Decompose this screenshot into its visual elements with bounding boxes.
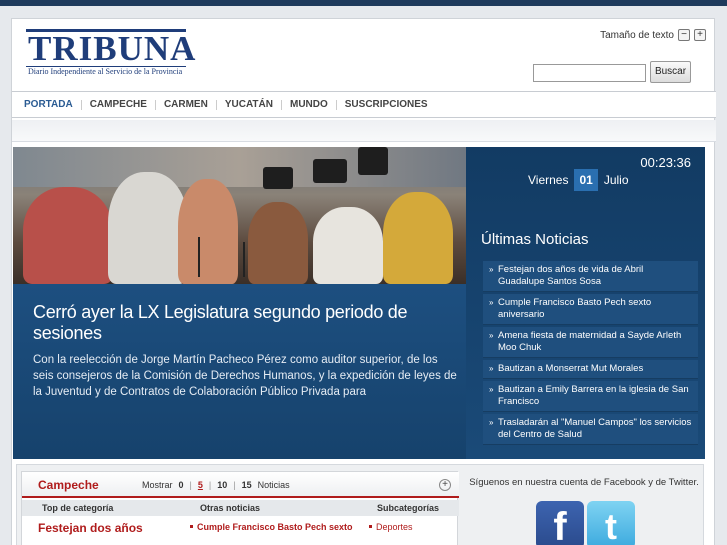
logo-word: TRIBUNA	[28, 29, 197, 68]
date-day: 01	[574, 169, 598, 191]
header: TRIBUNA Diario Independiente al Servicio…	[12, 19, 716, 91]
bullet-icon: »	[489, 265, 494, 274]
show-count-5[interactable]: 5	[198, 480, 203, 490]
news-item-label: Festejan dos años de vida de Abril Guada…	[498, 264, 644, 287]
show-count-control: Mostrar 0 | 5 | 10 | 15 Noticias	[142, 480, 290, 490]
sub-nav-bar	[12, 120, 716, 142]
increase-text-button[interactable]: +	[694, 29, 706, 41]
expand-icon[interactable]: +	[439, 479, 451, 491]
news-item[interactable]: » Cumple Francisco Basto Pech sexto anive…	[483, 294, 698, 325]
news-item-label: Cumple Francisco Basto Pech sexto aniver…	[498, 297, 652, 320]
other-story-link[interactable]: Cumple Francisco Basto Pech sexto	[190, 522, 353, 532]
photo-camera	[263, 167, 293, 189]
bullet-icon: »	[489, 298, 494, 307]
top-accent-bar	[0, 0, 727, 6]
nav-portada[interactable]: PORTADA	[16, 99, 82, 110]
show-count-15[interactable]: 15	[242, 480, 252, 490]
news-item-label: Trasladarán al "Manuel Campos" los servi…	[498, 417, 692, 440]
facebook-icon[interactable]: f	[536, 501, 584, 545]
page-container: TRIBUNA Diario Independiente al Servicio…	[11, 18, 716, 545]
news-item-label: Bautizan a Emily Barrera en la iglesia d…	[498, 384, 689, 407]
twitter-icon[interactable]: t	[587, 501, 635, 545]
featured-text: Cerró ayer la LX Legislatura segundo per…	[13, 284, 466, 459]
news-item-label: Amena fiesta de maternidad a Sayde Arlet…	[498, 330, 682, 353]
show-count-10[interactable]: 10	[217, 480, 227, 490]
bullet-icon: »	[489, 418, 494, 427]
show-label: Mostrar	[142, 480, 173, 490]
bullet-icon: »	[489, 385, 494, 394]
show-count-0[interactable]: 0	[179, 480, 184, 490]
top-story-link[interactable]: Festejan dos años	[38, 521, 143, 535]
photo-camera	[358, 147, 388, 175]
panel-title[interactable]: Campeche	[38, 478, 99, 492]
separator: |	[233, 480, 236, 490]
category-panel: Campeche Mostrar 0 | 5 | 10 | 15 Noticia…	[21, 471, 459, 545]
latest-news-sidebar: 00:23:36 Viernes 01 Julio Últimas Notici…	[466, 147, 705, 459]
nav-carmen[interactable]: CARMEN	[156, 99, 217, 110]
featured-summary: Con la reelección de Jorge Martín Pachec…	[33, 354, 457, 398]
photo-person	[313, 207, 383, 284]
text-size-control: Tamaño de texto − +	[600, 29, 706, 41]
featured-photo[interactable]	[13, 147, 466, 284]
nav-campeche[interactable]: CAMPECHE	[82, 99, 156, 110]
news-item[interactable]: » Trasladarán al "Manuel Campos" los serv…	[483, 414, 698, 445]
news-item[interactable]: » Bautizan a Monserrat Mut Morales	[483, 360, 698, 379]
site-logo[interactable]: TRIBUNA Diario Independiente al Servicio…	[26, 29, 197, 77]
photo-microphone	[243, 242, 245, 277]
social-text: Síguenos en nuestra cuenta de Facebook y…	[469, 477, 699, 488]
logo-tagline: Diario Independiente al Servicio de la P…	[28, 67, 183, 76]
photo-microphone	[198, 237, 200, 277]
social-box: Síguenos en nuestra cuenta de Facebook y…	[469, 471, 699, 545]
noticias-label: Noticias	[257, 480, 290, 490]
photo-person	[108, 172, 188, 284]
news-item[interactable]: » Bautizan a Emily Barrera en la iglesia …	[483, 381, 698, 412]
search-button[interactable]: Buscar	[650, 61, 691, 83]
col-header-other: Otras noticias	[200, 503, 261, 513]
nav-suscripciones[interactable]: SUSCRIPCIONES	[337, 99, 436, 110]
decrease-text-button[interactable]: −	[678, 29, 690, 41]
photo-person	[23, 187, 113, 284]
date-display: Viernes 01 Julio	[528, 169, 629, 191]
main-nav: PORTADA CAMPECHE CARMEN YUCATÁN MUNDO SU…	[12, 91, 716, 118]
bullet-icon: »	[489, 331, 494, 340]
separator: |	[189, 480, 192, 490]
photo-background	[13, 147, 466, 187]
col-header-top: Top de categoría	[42, 503, 114, 513]
news-item[interactable]: » Amena fiesta de maternidad a Sayde Arle…	[483, 327, 698, 358]
latest-news-heading: Últimas Noticias	[481, 231, 589, 248]
featured-headline[interactable]: Cerró ayer la LX Legislatura segundo per…	[33, 302, 453, 344]
date-weekday: Viernes	[528, 173, 569, 187]
col-header-sub: Subcategorías	[377, 503, 440, 513]
photo-person	[178, 179, 238, 284]
panel-header: Campeche Mostrar 0 | 5 | 10 | 15 Noticia…	[22, 472, 459, 498]
news-item[interactable]: » Festejan dos años de vida de Abril Guad…	[483, 261, 698, 292]
photo-person	[383, 192, 453, 284]
bullet-icon: »	[489, 364, 494, 373]
featured-story: Cerró ayer la LX Legislatura segundo per…	[13, 147, 705, 459]
latest-news-list: » Festejan dos años de vida de Abril Guad…	[483, 261, 698, 447]
nav-mundo[interactable]: MUNDO	[282, 99, 337, 110]
date-month: Julio	[603, 173, 629, 187]
search-input[interactable]	[533, 64, 646, 82]
subcategory-link[interactable]: Deportes	[369, 522, 413, 532]
photo-camera	[313, 159, 347, 183]
text-size-label: Tamaño de texto	[600, 29, 674, 41]
photo-person	[248, 202, 308, 284]
nav-yucatan[interactable]: YUCATÁN	[217, 99, 282, 110]
panel-column-headers: Top de categoría Otras noticias Subcateg…	[22, 500, 459, 516]
news-item-label: Bautizan a Monserrat Mut Morales	[498, 363, 644, 374]
separator: |	[208, 480, 212, 490]
bottom-section: Campeche Mostrar 0 | 5 | 10 | 15 Noticia…	[16, 464, 704, 545]
clock: 00:23:36	[640, 155, 691, 170]
